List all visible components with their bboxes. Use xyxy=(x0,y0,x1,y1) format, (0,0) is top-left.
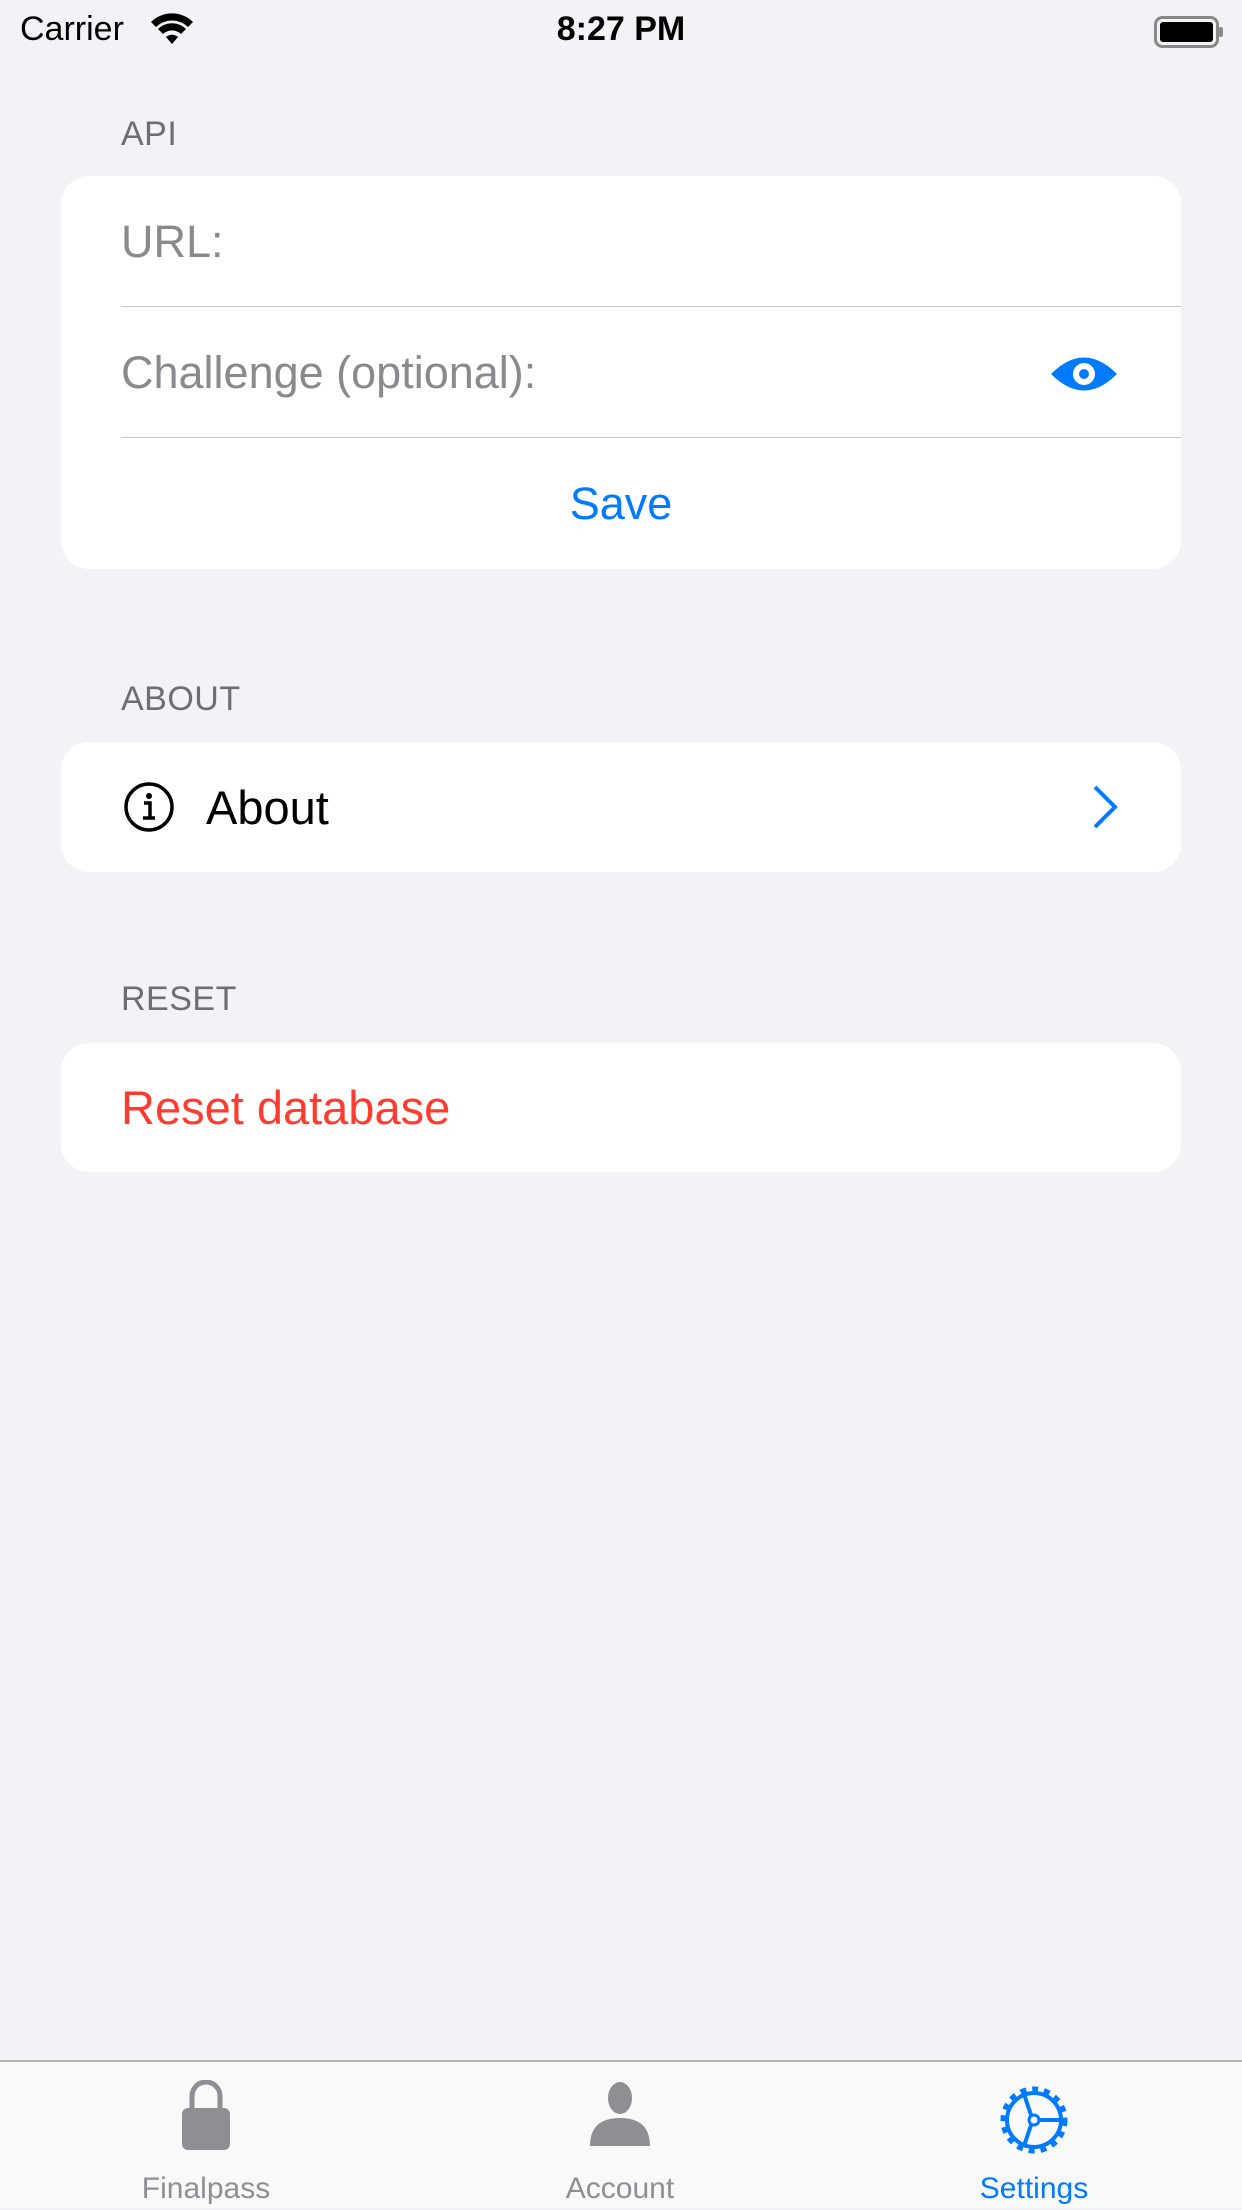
api-card: Save xyxy=(61,176,1181,569)
tab-settings[interactable]: Settings xyxy=(884,2062,1184,2210)
reset-section-header: RESET xyxy=(121,980,237,1018)
gear-icon xyxy=(1000,2086,1068,2154)
battery-icon xyxy=(1154,16,1223,48)
url-row xyxy=(61,176,1181,307)
tab-label: Finalpass xyxy=(141,2172,271,2205)
reset-card: Reset database xyxy=(61,1043,1181,1172)
lock-icon xyxy=(182,2080,230,2150)
clock: 8:27 PM xyxy=(556,10,686,48)
about-section-header: ABOUT xyxy=(121,680,241,718)
about-label: About xyxy=(206,780,329,834)
about-row[interactable]: About xyxy=(61,742,1181,872)
url-input[interactable] xyxy=(121,215,1021,268)
tab-account[interactable]: Account xyxy=(470,2062,770,2210)
about-card: About xyxy=(61,742,1181,872)
api-section-header: API xyxy=(121,115,178,153)
status-bar: Carrier 8:27 PM xyxy=(0,0,1242,66)
info-icon xyxy=(124,782,174,832)
challenge-row xyxy=(61,307,1181,438)
tab-label: Settings xyxy=(979,2172,1089,2205)
tab-bar: Finalpass Account Settings xyxy=(0,2060,1242,2208)
eye-icon[interactable] xyxy=(1049,353,1119,395)
reset-database-button[interactable]: Reset database xyxy=(61,1043,1181,1172)
tab-finalpass[interactable]: Finalpass xyxy=(56,2062,356,2210)
save-button[interactable]: Save xyxy=(61,438,1181,569)
challenge-input[interactable] xyxy=(121,346,1021,399)
person-icon xyxy=(590,2082,650,2146)
chevron-right-icon xyxy=(1093,785,1118,829)
tab-label: Account xyxy=(565,2172,675,2205)
